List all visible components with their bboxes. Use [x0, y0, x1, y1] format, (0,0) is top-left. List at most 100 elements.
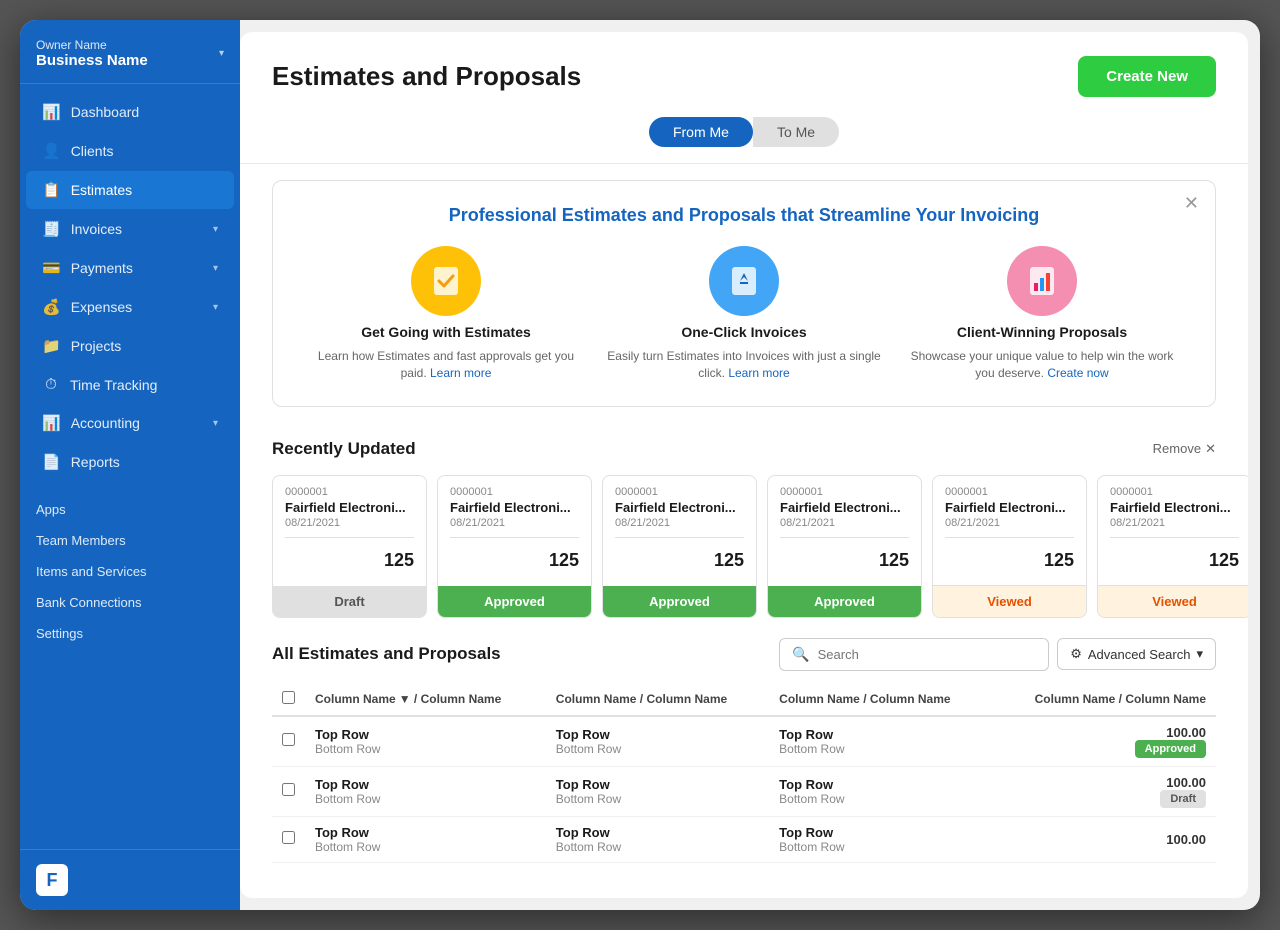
get-going-link[interactable]: Learn more — [430, 366, 491, 380]
client-winning-desc: Showcase your unique value to help win t… — [901, 348, 1183, 382]
invoices-chevron-icon: ▾ — [213, 224, 218, 235]
app-container: Owner Name Business Name ▾ 📊 Dashboard 👤… — [20, 20, 1260, 910]
search-input[interactable] — [818, 647, 1037, 662]
sidebar-item-label: Accounting — [71, 415, 140, 431]
card-date: 08/21/2021 — [285, 517, 414, 529]
sidebar-item-projects[interactable]: 📁 Projects — [26, 327, 234, 365]
get-going-desc: Learn how Estimates and fast approvals g… — [305, 348, 587, 382]
one-click-link[interactable]: Learn more — [728, 366, 789, 380]
sidebar-item-payments[interactable]: 💳 Payments ▾ — [26, 249, 234, 287]
sidebar-item-clients[interactable]: 👤 Clients — [26, 132, 234, 170]
promo-banner: ✕ Professional Estimates and Proposals t… — [272, 180, 1216, 407]
sidebar-item-label: Clients — [71, 143, 114, 159]
sidebar-item-label: Payments — [71, 260, 133, 276]
one-click-desc: Easily turn Estimates into Invoices with… — [603, 348, 885, 382]
estimate-card-5[interactable]: 0000001 Fairfield Electroni... 08/21/202… — [932, 475, 1087, 618]
sidebar-item-label: Dashboard — [71, 104, 140, 120]
advanced-search-button[interactable]: ⚙ Advanced Search ▾ — [1057, 638, 1216, 670]
get-going-title: Get Going with Estimates — [361, 324, 531, 340]
team-members-label: Team Members — [36, 533, 126, 548]
promo-feature-get-going: Get Going with Estimates Learn how Estim… — [305, 246, 587, 382]
accounting-icon: 📊 — [42, 414, 61, 432]
sidebar-header[interactable]: Owner Name Business Name ▾ — [20, 20, 240, 84]
sidebar-item-bank-connections[interactable]: Bank Connections — [20, 587, 240, 618]
row-checkbox[interactable] — [282, 733, 295, 746]
items-services-label: Items and Services — [36, 564, 147, 579]
card-status: Draft — [273, 586, 426, 617]
table-search-area: 🔍 ⚙ Advanced Search ▾ — [779, 638, 1216, 671]
sort-icon: ▼ — [399, 692, 411, 706]
sidebar-item-reports[interactable]: 📄 Reports — [26, 443, 234, 481]
main-content: Estimates and Proposals Create New From … — [240, 32, 1248, 898]
sidebar-item-invoices[interactable]: 🧾 Invoices ▾ — [26, 210, 234, 248]
row-checkbox[interactable] — [282, 831, 295, 844]
card-amount: 125 — [1110, 546, 1239, 575]
sidebar-item-label: Estimates — [71, 182, 132, 198]
card-date: 08/21/2021 — [1110, 517, 1239, 529]
page-header: Estimates and Proposals Create New — [240, 32, 1248, 113]
col1-header[interactable]: Column Name ▼ / Column Name — [305, 683, 546, 716]
invoices-icon: 🧾 — [42, 220, 61, 238]
time-tracking-icon: ⏱ — [42, 376, 60, 393]
card-number: 0000001 — [285, 486, 414, 498]
sidebar-item-dashboard[interactable]: 📊 Dashboard — [26, 93, 234, 131]
sidebar-item-estimates[interactable]: 📋 Estimates — [26, 171, 234, 209]
promo-features: Get Going with Estimates Learn how Estim… — [305, 246, 1183, 382]
sidebar-item-accounting[interactable]: 📊 Accounting ▾ — [26, 404, 234, 442]
sidebar-item-team-members[interactable]: Team Members — [20, 525, 240, 556]
estimate-card-6[interactable]: 0000001 Fairfield Electroni... 08/21/202… — [1097, 475, 1248, 618]
sidebar-item-apps[interactable]: Apps — [20, 494, 240, 525]
card-client: Fairfield Electroni... — [450, 500, 579, 515]
row-checkbox-cell[interactable] — [272, 766, 305, 816]
row-checkbox-cell[interactable] — [272, 716, 305, 767]
card-amount: 125 — [615, 546, 744, 575]
card-number: 0000001 — [450, 486, 579, 498]
expenses-chevron-icon: ▾ — [213, 302, 218, 313]
estimate-card-4[interactable]: 0000001 Fairfield Electroni... 08/21/202… — [767, 475, 922, 618]
client-winning-link[interactable]: Create now — [1047, 366, 1108, 380]
estimates-table: Column Name ▼ / Column Name Column Name … — [272, 683, 1216, 863]
sidebar-footer: F — [20, 849, 240, 910]
sidebar-item-items-services[interactable]: Items and Services — [20, 556, 240, 587]
remove-button[interactable]: Remove ✕ — [1153, 441, 1216, 457]
card-status: Approved — [603, 586, 756, 617]
remove-x-icon: ✕ — [1205, 441, 1216, 457]
sidebar-chevron-down-icon: ▾ — [219, 48, 224, 59]
business-name: Business Name — [36, 52, 148, 69]
card-date: 08/21/2021 — [780, 517, 909, 529]
promo-close-button[interactable]: ✕ — [1184, 193, 1199, 214]
sidebar-item-time-tracking[interactable]: ⏱ Time Tracking — [26, 366, 234, 403]
estimates-icon: 📋 — [42, 181, 61, 199]
select-all-cell[interactable] — [272, 683, 305, 716]
estimate-card-1[interactable]: 0000001 Fairfield Electroni... 08/21/202… — [272, 475, 427, 618]
clients-icon: 👤 — [42, 142, 61, 160]
adv-chevron-down-icon: ▾ — [1196, 646, 1203, 662]
sidebar-item-settings[interactable]: Settings — [20, 618, 240, 649]
estimate-card-2[interactable]: 0000001 Fairfield Electroni... 08/21/202… — [437, 475, 592, 618]
settings-label: Settings — [36, 626, 83, 641]
card-amount: 125 — [780, 546, 909, 575]
select-all-checkbox[interactable] — [282, 691, 295, 704]
row3-amount: 100.00 — [993, 816, 1216, 862]
card-status: Viewed — [933, 585, 1086, 617]
reports-icon: 📄 — [42, 453, 61, 471]
row-checkbox-cell[interactable] — [272, 816, 305, 862]
table-header: Column Name ▼ / Column Name Column Name … — [272, 683, 1216, 716]
row1-col3: Top Row Bottom Row — [769, 716, 992, 767]
tab-to-me[interactable]: To Me — [753, 117, 839, 147]
card-amount: 125 — [945, 546, 1074, 575]
row2-col1: Top Row Bottom Row — [305, 766, 546, 816]
card-number: 0000001 — [780, 486, 909, 498]
col4-header: Column Name / Column Name — [993, 683, 1216, 716]
payments-chevron-icon: ▾ — [213, 263, 218, 274]
projects-icon: 📁 — [42, 337, 61, 355]
tab-from-me[interactable]: From Me — [649, 117, 753, 147]
row-checkbox[interactable] — [282, 783, 295, 796]
row3-col2: Top Row Bottom Row — [546, 816, 769, 862]
create-new-button[interactable]: Create New — [1078, 56, 1216, 97]
search-icon: 🔍 — [792, 646, 809, 663]
sidebar-item-label: Invoices — [71, 221, 122, 237]
estimate-card-3[interactable]: 0000001 Fairfield Electroni... 08/21/202… — [602, 475, 757, 618]
recently-updated-cards: 0000001 Fairfield Electroni... 08/21/202… — [240, 467, 1248, 630]
sidebar-item-expenses[interactable]: 💰 Expenses ▾ — [26, 288, 234, 326]
